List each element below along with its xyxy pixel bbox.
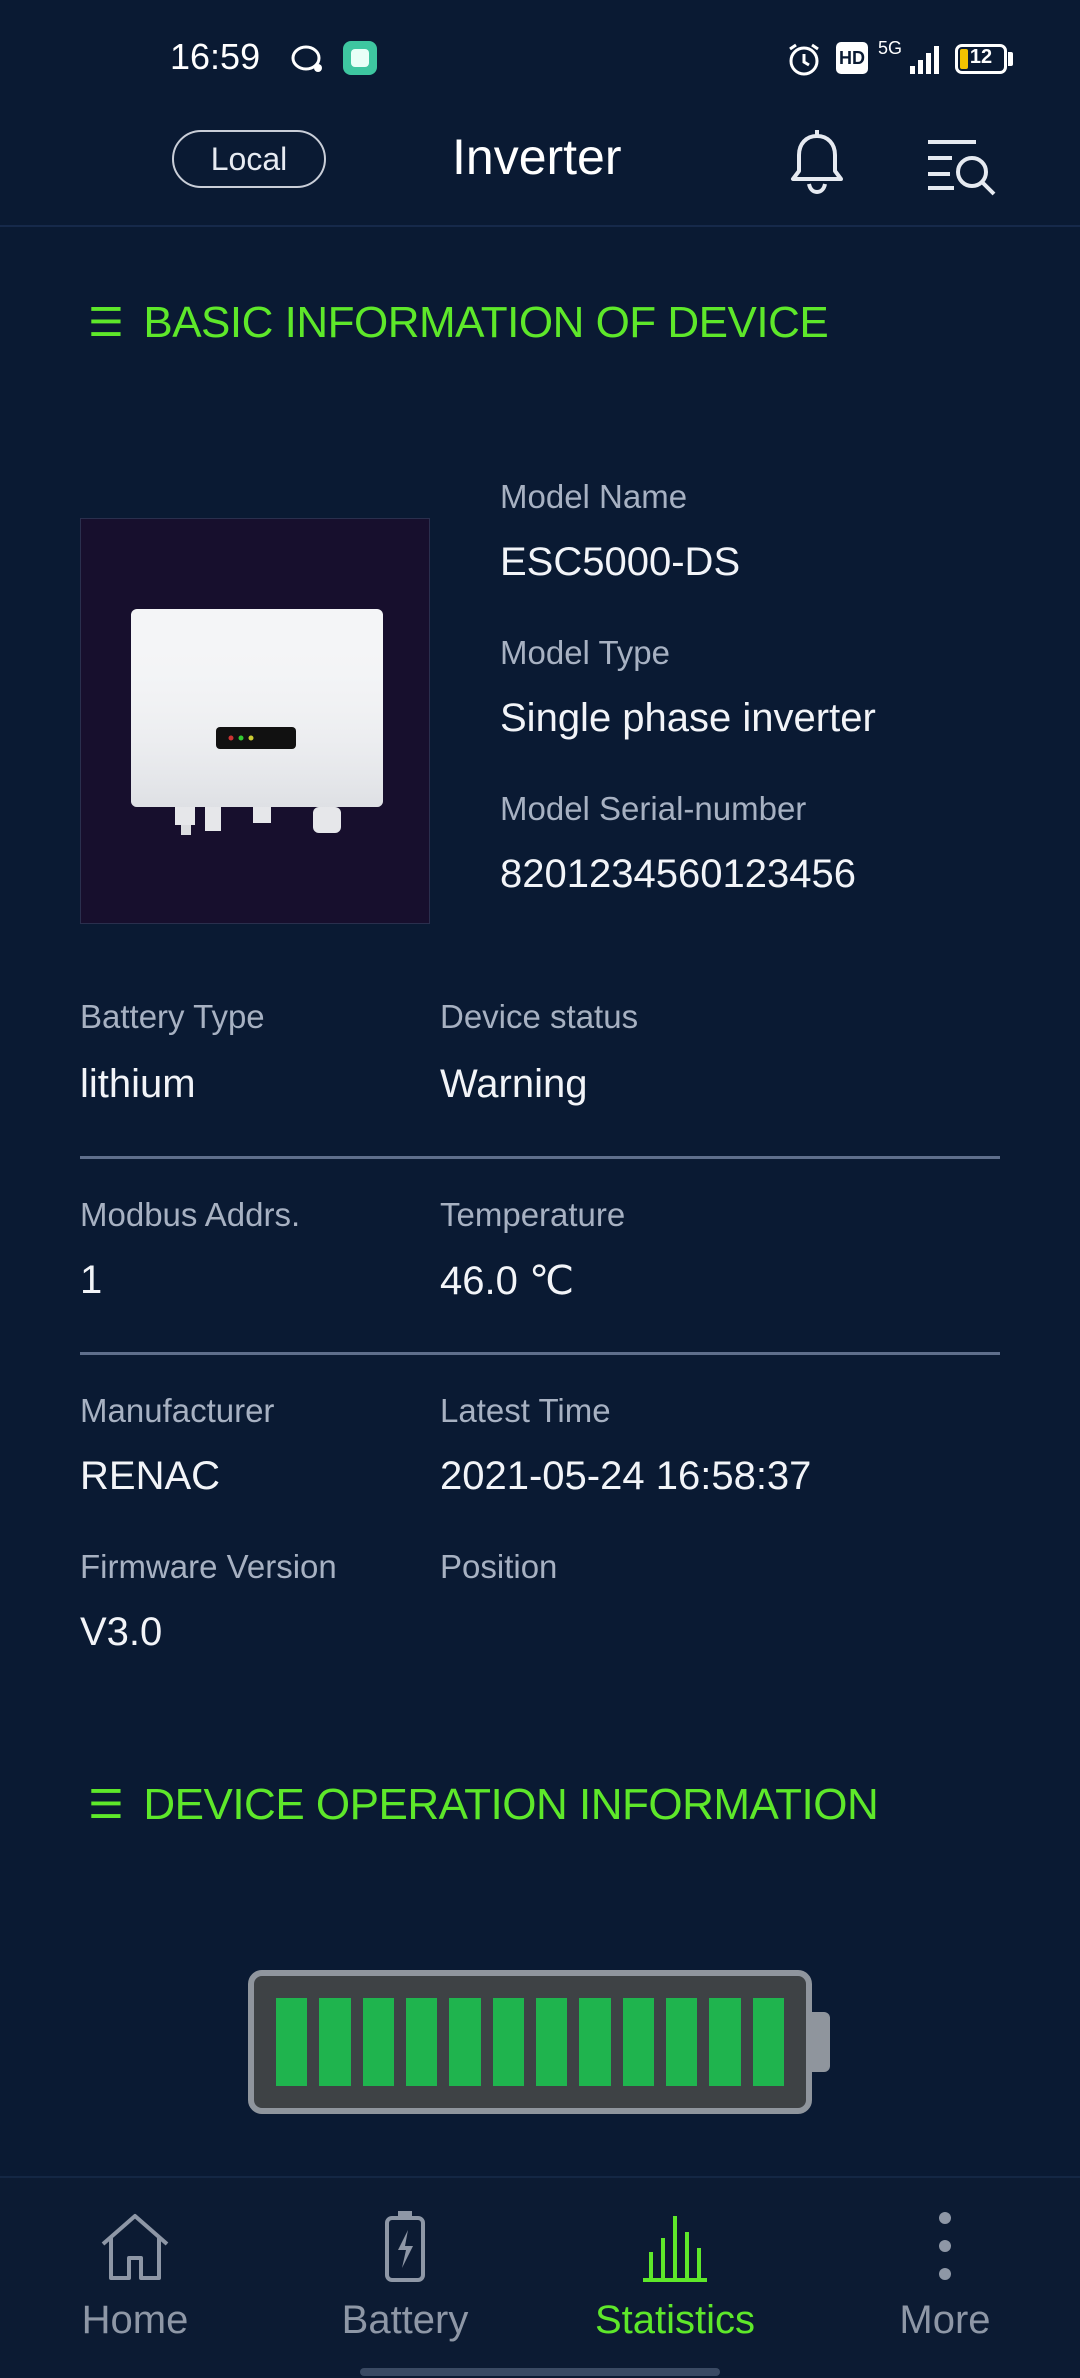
app-header: Local Inverter [0, 110, 1080, 227]
nav-home-label: Home [81, 2298, 189, 2342]
home-icon [0, 2208, 270, 2288]
battery-terminal [812, 2012, 830, 2072]
network-type: 5G [878, 38, 903, 58]
model-type-value: Single phase inverter [500, 696, 876, 740]
local-mode-button[interactable]: Local [172, 130, 326, 188]
page-title: Inverter [452, 129, 622, 185]
bar-chart-icon [540, 2208, 810, 2288]
nav-battery[interactable]: Battery [270, 2178, 540, 2378]
battery-type-value: lithium [80, 1062, 196, 1106]
latest-time-value: 2021-05-24 16:58:37 [440, 1454, 812, 1498]
search-list-icon[interactable] [924, 132, 1000, 203]
battery-cell [665, 1998, 698, 2086]
device-image [80, 518, 430, 924]
battery-cell [622, 1998, 654, 2086]
battery-cell [449, 1998, 481, 2086]
home-indicator[interactable] [360, 2368, 720, 2376]
hd-icon: HD [836, 42, 868, 74]
device-status-label: Device status [440, 998, 639, 1035]
battery-level-graphic [248, 1970, 812, 2114]
nav-more-label: More [899, 2298, 991, 2342]
signal-icon [908, 44, 940, 81]
model-type-label: Model Type [500, 634, 670, 671]
operation-info-title: DEVICE OPERATION INFORMATION [143, 1780, 879, 1829]
basic-info-title: BASIC INFORMATION OF DEVICE [143, 298, 829, 347]
status-time: 16:59 [170, 36, 261, 77]
battery-cell [579, 1998, 611, 2086]
battery-cells [276, 1998, 784, 2086]
nav-home[interactable]: Home [0, 2178, 270, 2378]
menu-lines-icon: ☰ [88, 301, 124, 345]
battery-status-icon: 12 [955, 44, 1007, 74]
nav-battery-label: Battery [341, 2298, 469, 2342]
battery-type-label: Battery Type [80, 998, 265, 1035]
battery-cell [535, 1998, 568, 2086]
manufacturer-label: Manufacturer [80, 1392, 275, 1429]
manufacturer-value: RENAC [80, 1454, 221, 1498]
battery-cell [709, 1998, 741, 2086]
nav-statistics-label: Statistics [594, 2298, 756, 2342]
status-bar: 16:59 HD 5G 12 [0, 0, 1080, 110]
nav-more[interactable]: More [810, 2178, 1080, 2378]
basic-info-heading: ☰ BASIC INFORMATION OF DEVICE [88, 298, 829, 348]
battery-cell [405, 1998, 438, 2086]
modbus-label: Modbus Addrs. [80, 1196, 301, 1233]
app-notification-icon [342, 40, 378, 81]
model-name-label: Model Name [500, 478, 688, 515]
divider [80, 1156, 1000, 1159]
battery-cell [492, 1998, 524, 2086]
battery-cell [752, 1998, 784, 2086]
position-label: Position [440, 1548, 558, 1585]
inverter-illustration [131, 609, 383, 835]
firmware-value: V3.0 [80, 1610, 163, 1654]
battery-percent: 12 [969, 46, 993, 68]
battery-cell [319, 1998, 351, 2086]
operation-info-heading: ☰ DEVICE OPERATION INFORMATION [88, 1780, 879, 1830]
temperature-label: Temperature [440, 1196, 626, 1233]
serial-number-label: Model Serial-number [500, 790, 807, 827]
battery-cell [362, 1998, 394, 2086]
chat-notification-icon [290, 42, 326, 81]
nav-statistics[interactable]: Statistics [540, 2178, 810, 2378]
divider [80, 1352, 1000, 1355]
more-icon [810, 2208, 1080, 2288]
alarm-icon [786, 42, 822, 83]
battery-tip [1008, 52, 1013, 66]
menu-lines-icon: ☰ [88, 1783, 124, 1827]
bottom-navigation: Home Battery Statistics More [0, 2176, 1080, 2378]
modbus-value: 1 [80, 1258, 103, 1302]
firmware-label: Firmware Version [80, 1548, 337, 1585]
battery-icon [270, 2208, 540, 2288]
serial-number-value: 8201234560123456 [500, 852, 856, 896]
device-status-value: Warning [440, 1062, 588, 1106]
notification-bell-icon[interactable] [786, 128, 848, 203]
model-name-value: ESC5000-DS [500, 540, 741, 584]
battery-cell [276, 1998, 308, 2086]
temperature-value: 46.0 ℃ [440, 1259, 574, 1303]
latest-time-label: Latest Time [440, 1392, 611, 1429]
